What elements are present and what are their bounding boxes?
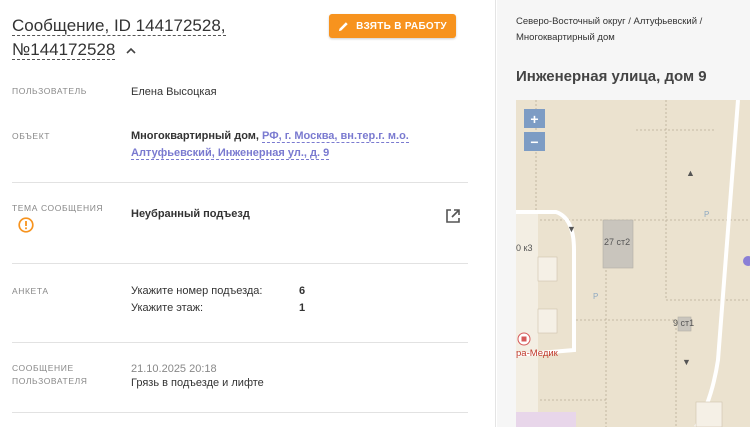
user-row: ПОЛЬЗОВАТЕЛЬ Елена Высоцкая <box>12 86 468 110</box>
warning-icon <box>18 217 34 233</box>
location-panel: Северо-Восточный округ / Алтуфьевский / … <box>497 0 750 427</box>
poi-icon: ▲ <box>686 168 695 178</box>
topic-label: ТЕМА СООБЩЕНИЯ <box>12 203 104 213</box>
zoom-in-button[interactable]: + <box>524 109 545 128</box>
parking-icon: P <box>593 292 599 301</box>
breadcrumb-line1[interactable]: Северо-Восточный округ / Алтуфьевский / <box>516 16 702 27</box>
object-value: Многоквартирный дом, РФ, г. Москва, вн.т… <box>131 128 409 162</box>
topic-row: ТЕМА СООБЩЕНИЯ Неубранный подъезд <box>12 198 468 264</box>
external-link-icon[interactable] <box>445 208 461 224</box>
title-line1: Сообщение, ID 144172528, <box>12 16 226 36</box>
object-type: Многоквартирный дом, <box>131 130 259 142</box>
message-row: СООБЩЕНИЕ ПОЛЬЗОВАТЕЛЯ 21.10.2025 20:18 … <box>12 361 468 413</box>
object-address-link[interactable]: РФ, г. Москва, вн.тер.г. м.о. <box>262 130 409 143</box>
object-row: ОБЪЕКТ Многоквартирный дом, РФ, г. Москв… <box>12 128 468 183</box>
title-line2: №144172528 <box>12 40 116 60</box>
take-to-work-button[interactable]: ВЗЯТЬ В РАБОТУ <box>329 14 456 38</box>
user-value: Елена Высоцкая <box>131 86 217 98</box>
survey-question: Укажите этаж: <box>131 302 204 314</box>
breadcrumb: Северо-Восточный округ / Алтуфьевский / … <box>516 14 746 46</box>
take-button-label: ВЗЯТЬ В РАБОТУ <box>356 20 447 32</box>
building-label: 9 ст1 <box>673 318 695 328</box>
survey-answer: 6 <box>299 285 306 297</box>
survey-question: Укажите номер подъезда: <box>131 285 263 297</box>
building-label: 0 к3 <box>516 243 533 253</box>
poi-icon: ▼ <box>567 224 576 234</box>
message-label: СООБЩЕНИЕ <box>12 363 74 373</box>
poi-icon: ▼ <box>682 357 691 367</box>
user-label: ПОЛЬЗОВАТЕЛЬ <box>12 86 87 96</box>
building-label: 27 ст2 <box>604 237 631 247</box>
map-poi-label: ра-Медик <box>516 348 558 359</box>
chevron-up-icon[interactable] <box>124 44 138 58</box>
zoom-out-button[interactable]: − <box>524 132 545 151</box>
survey-label: АНКЕТА <box>12 286 49 296</box>
object-address-link-2[interactable]: Алтуфьевский, Инженерная ул., д. 9 <box>131 147 330 160</box>
parking-icon: P <box>704 210 710 219</box>
pencil-icon <box>338 21 348 31</box>
message-label-2: ПОЛЬЗОВАТЕЛЯ <box>12 376 88 386</box>
survey-answer: 1 <box>299 302 306 314</box>
breadcrumb-line2[interactable]: Многоквартирный дом <box>516 32 615 43</box>
map-background <box>516 100 750 427</box>
message-text: Грязь в подъезде и лифте <box>131 377 264 389</box>
page-title[interactable]: Сообщение, ID 144172528, №144172528 <box>12 14 312 62</box>
object-label: ОБЪЕКТ <box>12 131 51 141</box>
address-title: Инженерная улица, дом 9 <box>516 68 707 85</box>
map[interactable]: + − 27 ст2 9 ст1 0 к3 P P ▲ ▼ ▼ ра-Медик <box>516 100 750 427</box>
topic-value: Неубранный подъезд <box>131 208 250 220</box>
survey-row: АНКЕТА Укажите номер подъезда: 6 Укажите… <box>12 283 468 343</box>
message-panel: Сообщение, ID 144172528, №144172528 ВЗЯТ… <box>0 0 496 427</box>
